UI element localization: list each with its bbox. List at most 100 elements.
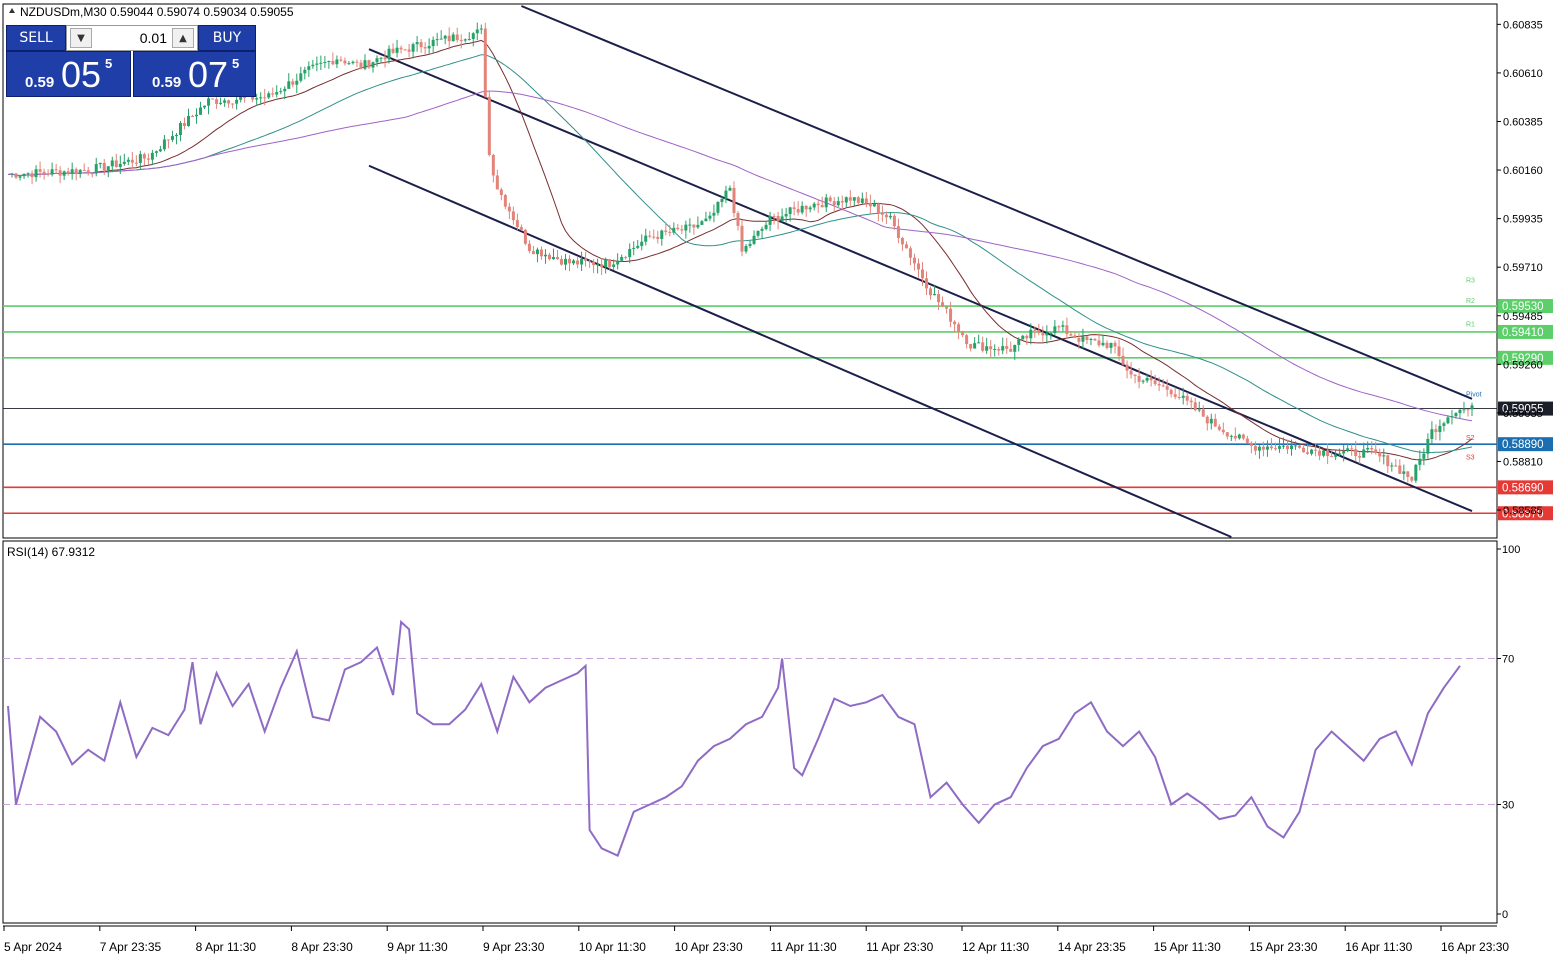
candle-body: [1117, 346, 1121, 356]
candle-body: [130, 159, 134, 163]
candle-body: [632, 247, 636, 249]
candle-body: [1061, 325, 1065, 327]
candle-body: [848, 197, 852, 201]
candle-body: [965, 335, 969, 345]
candle-body: [98, 162, 102, 165]
candle-body: [483, 28, 487, 97]
candle-body: [684, 224, 688, 231]
candle-body: [379, 57, 383, 59]
candle-body: [295, 80, 299, 85]
candle-body: [752, 235, 756, 244]
candle-body: [331, 60, 335, 65]
level-price-label: 0.58690: [1502, 482, 1544, 494]
candle-body: [1366, 448, 1370, 450]
candle-body: [772, 215, 776, 217]
sell-price-button[interactable]: 0.59 05 5: [6, 51, 131, 97]
lot-input[interactable]: 0.01: [95, 26, 169, 50]
candle-body: [1382, 455, 1386, 457]
candle-body: [1414, 464, 1418, 481]
candle-body: [808, 207, 812, 210]
candle-body: [1037, 330, 1041, 334]
candle-body: [616, 260, 620, 265]
candle-body: [1462, 409, 1466, 411]
buy-button[interactable]: BUY: [198, 25, 256, 51]
candle-body: [784, 213, 788, 217]
candle-body: [916, 263, 920, 270]
candle-body: [118, 163, 122, 168]
candle-body: [1458, 409, 1462, 414]
candle-body: [1025, 335, 1029, 339]
candle-body: [1049, 333, 1053, 335]
candle-body: [455, 34, 459, 41]
candle-body: [724, 190, 728, 199]
candle-body: [720, 198, 724, 202]
candle-body: [1290, 445, 1294, 450]
candle-body: [744, 245, 748, 252]
candle-body: [1450, 416, 1454, 418]
candle-body: [407, 49, 411, 52]
lot-stepper[interactable]: ▼ 0.01 ▲: [66, 25, 198, 51]
sell-button[interactable]: SELL: [6, 25, 66, 51]
buy-price-sup: 5: [232, 56, 240, 71]
price-tick-label: 0.59260: [1503, 359, 1543, 371]
candle-body: [1101, 342, 1105, 346]
candle-body: [387, 48, 391, 60]
lot-decrease-icon[interactable]: ▼: [70, 28, 92, 48]
candle-body: [668, 231, 672, 233]
candle-body: [1398, 465, 1402, 474]
sell-price-small: 0.59: [25, 74, 55, 91]
candle-body: [435, 39, 439, 41]
candle-body: [74, 169, 78, 175]
candle-body: [592, 261, 596, 266]
candle-body: [904, 244, 908, 249]
price-tick-label: 0.60835: [1503, 19, 1543, 31]
candle-body: [1041, 333, 1045, 336]
candle-body: [1261, 446, 1265, 450]
level-tag: S2: [1466, 435, 1475, 442]
rsi-tick-label: 100: [1502, 544, 1520, 556]
price-tick-label: 0.58810: [1503, 456, 1543, 468]
candle-body: [796, 209, 800, 213]
time-tick-label: 5 Apr 2024: [4, 940, 62, 954]
candle-body: [1466, 409, 1470, 411]
candle-body: [1257, 446, 1261, 451]
candle-body: [1161, 385, 1165, 387]
candle-body: [443, 35, 447, 39]
candle-body: [1053, 326, 1057, 334]
candle-body: [1141, 380, 1145, 382]
candle-body: [852, 197, 856, 201]
candle-body: [764, 224, 768, 229]
candle-body: [1209, 418, 1213, 424]
candle-body: [636, 245, 640, 248]
candle-body: [788, 207, 792, 214]
candle-body: [652, 236, 656, 238]
rsi-tick-label: 30: [1502, 800, 1514, 812]
candle-body: [303, 69, 307, 74]
candle-body: [243, 96, 247, 98]
candle-body: [114, 160, 118, 168]
candle-body: [279, 91, 283, 93]
candle-body: [1073, 335, 1077, 338]
candle-body: [58, 170, 62, 176]
price-tick-label: 0.60610: [1503, 68, 1543, 80]
candle-body: [912, 257, 916, 264]
buy-price-button[interactable]: 0.59 07 5: [133, 51, 256, 97]
lot-increase-icon[interactable]: ▲: [172, 28, 194, 48]
candle-body: [1005, 346, 1009, 349]
price-tick-label: 0.59935: [1503, 214, 1543, 226]
candle-body: [383, 57, 387, 60]
candle-body: [961, 331, 965, 336]
candle-body: [920, 269, 924, 279]
candle-body: [888, 215, 892, 218]
candle-body: [1033, 329, 1037, 331]
candle-body: [1157, 383, 1161, 386]
time-tick-label: 11 Apr 11:30: [770, 940, 837, 954]
candle-body: [840, 201, 844, 203]
time-tick-label: 8 Apr 11:30: [196, 940, 257, 954]
candle-body: [1330, 456, 1334, 458]
candle-body: [736, 213, 740, 226]
candle-body: [832, 201, 836, 206]
candle-body: [34, 169, 38, 178]
trading-chart[interactable]: NZDUSDm,M30 0.59044 0.59074 0.59034 0.59…: [0, 0, 1560, 960]
candle-body: [568, 258, 572, 264]
